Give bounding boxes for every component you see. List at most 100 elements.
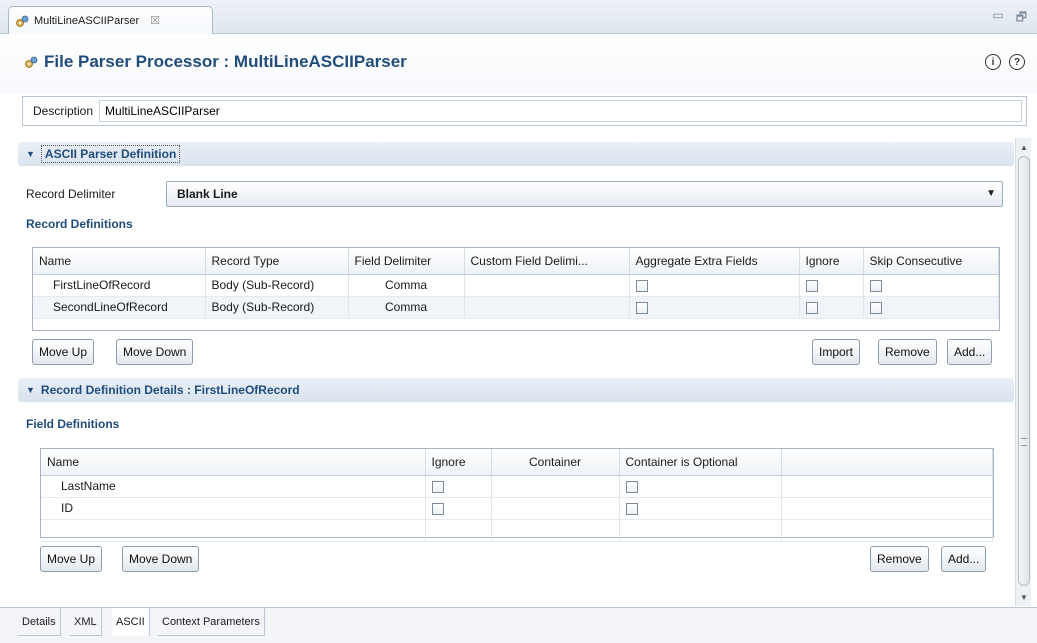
aggregate-extra-fields-checkbox[interactable] bbox=[635, 279, 648, 292]
field-move-down-button[interactable]: Move Down bbox=[122, 546, 200, 572]
form-header: File Parser Processor : MultiLineASCIIPa… bbox=[0, 34, 1037, 94]
record-move-up-button[interactable]: Move Up bbox=[32, 339, 95, 365]
tab-xml[interactable]: XML bbox=[70, 608, 102, 636]
record-remove-button[interactable]: Remove bbox=[878, 339, 937, 365]
ascii-parser-section-header[interactable]: ▼ ASCII Parser Definition bbox=[18, 142, 1014, 166]
scroll-grip-icon bbox=[1021, 438, 1027, 446]
window-controls: ▭ 🗗 bbox=[992, 8, 1027, 29]
expand-triangle-icon[interactable]: ▼ bbox=[26, 385, 35, 395]
record-type-cell[interactable]: Body (Sub-Record) bbox=[205, 274, 349, 297]
bottom-tab-bar: Details XML ASCII Context Parameters bbox=[0, 607, 1037, 643]
ignore-checkbox[interactable] bbox=[431, 502, 444, 515]
empty-cell bbox=[41, 519, 426, 542]
empty-cell bbox=[619, 519, 782, 542]
record-name-cell[interactable]: FirstLineOfRecord bbox=[33, 274, 206, 297]
ignore-checkbox[interactable] bbox=[805, 301, 818, 314]
editor-tab[interactable]: MultiLineASCIIParser ☒ bbox=[8, 6, 213, 34]
scroll-thumb[interactable] bbox=[1018, 156, 1030, 586]
close-tab-icon[interactable]: ☒ bbox=[150, 14, 160, 27]
record-move-down-button[interactable]: Move Down bbox=[116, 339, 194, 365]
info-icon[interactable]: i bbox=[985, 54, 1001, 70]
ignore-checkbox[interactable] bbox=[805, 279, 818, 292]
skip-consecutive-cell bbox=[863, 274, 999, 297]
record-definitions-label: Record Definitions bbox=[26, 217, 133, 231]
column-header-aggregate-extra-fields[interactable]: Aggregate Extra Fields bbox=[629, 248, 800, 275]
blank-cell bbox=[781, 497, 993, 520]
column-header-ignore[interactable]: Ignore bbox=[799, 248, 864, 275]
ascii-parser-section-title: ASCII Parser Definition bbox=[40, 145, 181, 163]
field-name-cell[interactable]: ID bbox=[41, 497, 426, 520]
description-label: Description bbox=[33, 104, 94, 118]
container-optional-cell bbox=[619, 497, 782, 520]
tab-details[interactable]: Details bbox=[18, 608, 61, 636]
form-scroll-area: ▼ ASCII Parser Definition Record Delimit… bbox=[18, 138, 1014, 606]
dropdown-arrow-icon[interactable]: ▼ bbox=[986, 188, 996, 199]
record-definition-details-section-header[interactable]: ▼ Record Definition Details : FirstLineO… bbox=[18, 378, 1014, 402]
scroll-down-arrow-icon[interactable]: ▼ bbox=[1016, 590, 1032, 604]
record-delimiter-value: Blank Line bbox=[177, 187, 238, 201]
empty-cell bbox=[425, 519, 492, 542]
editor-tab-strip: MultiLineASCIIParser ☒ ▭ 🗗 bbox=[0, 0, 1037, 34]
table-row[interactable]: SecondLineOfRecord Body (Sub-Record) Com… bbox=[33, 296, 999, 319]
field-definitions-label: Field Definitions bbox=[26, 417, 120, 431]
ignore-cell bbox=[425, 475, 492, 498]
table-row bbox=[41, 519, 993, 542]
field-delimiter-cell[interactable]: Comma bbox=[348, 274, 465, 297]
minimize-icon[interactable]: ▭ bbox=[992, 8, 1003, 29]
record-type-cell[interactable]: Body (Sub-Record) bbox=[205, 296, 349, 319]
field-name-cell[interactable]: LastName bbox=[41, 475, 426, 498]
container-optional-checkbox[interactable] bbox=[625, 502, 638, 515]
column-header-blank bbox=[781, 449, 993, 476]
description-input[interactable] bbox=[99, 100, 1022, 122]
aggregate-extra-fields-checkbox[interactable] bbox=[635, 301, 648, 314]
container-cell[interactable] bbox=[491, 497, 620, 520]
editor-tab-title: MultiLineASCIIParser bbox=[34, 14, 140, 27]
record-definition-details-title: Record Definition Details : FirstLineOfR… bbox=[40, 383, 300, 397]
aggregate-extra-fields-cell bbox=[629, 296, 800, 319]
skip-consecutive-checkbox[interactable] bbox=[869, 279, 882, 292]
custom-field-delimiter-cell[interactable] bbox=[464, 274, 630, 297]
import-button[interactable]: Import bbox=[812, 339, 861, 365]
description-row: Description bbox=[22, 96, 1027, 126]
column-header-record-type[interactable]: Record Type bbox=[205, 248, 349, 275]
help-icon[interactable]: ? bbox=[1009, 54, 1025, 70]
maximize-icon[interactable]: 🗗 bbox=[1016, 8, 1027, 29]
table-row[interactable]: FirstLineOfRecord Body (Sub-Record) Comm… bbox=[33, 274, 999, 297]
column-header-name[interactable]: Name bbox=[41, 449, 426, 476]
field-move-up-button[interactable]: Move Up bbox=[40, 546, 103, 572]
scroll-up-arrow-icon[interactable]: ▲ bbox=[1016, 140, 1032, 154]
empty-cell bbox=[491, 519, 620, 542]
empty-cell bbox=[781, 519, 993, 542]
column-header-container[interactable]: Container bbox=[491, 449, 620, 476]
parser-gear-icon bbox=[25, 56, 38, 68]
container-cell[interactable] bbox=[491, 475, 620, 498]
field-delimiter-cell[interactable]: Comma bbox=[348, 296, 465, 319]
field-add-button[interactable]: Add... bbox=[941, 546, 987, 572]
table-row[interactable]: ID bbox=[41, 497, 993, 520]
column-header-container-optional[interactable]: Container is Optional bbox=[619, 449, 782, 476]
tab-context-parameters[interactable]: Context Parameters bbox=[158, 608, 265, 636]
record-delimiter-select[interactable]: Blank Line ▼ bbox=[166, 181, 1003, 207]
custom-field-delimiter-cell[interactable] bbox=[464, 296, 630, 319]
skip-consecutive-checkbox[interactable] bbox=[869, 301, 882, 314]
skip-consecutive-cell bbox=[863, 296, 999, 319]
record-name-cell[interactable]: SecondLineOfRecord bbox=[33, 296, 206, 319]
column-header-skip-consecutive[interactable]: Skip Consecutive bbox=[863, 248, 999, 275]
ignore-cell bbox=[799, 274, 864, 297]
field-remove-button[interactable]: Remove bbox=[870, 546, 929, 572]
tab-ascii[interactable]: ASCII bbox=[112, 608, 150, 636]
vertical-scrollbar[interactable]: ▲ ▼ bbox=[1015, 138, 1031, 606]
ignore-cell bbox=[799, 296, 864, 319]
column-header-name[interactable]: Name bbox=[33, 248, 206, 275]
parser-gear-icon bbox=[16, 15, 29, 27]
container-optional-checkbox[interactable] bbox=[625, 480, 638, 493]
table-row[interactable]: LastName bbox=[41, 475, 993, 498]
page-title-text: File Parser Processor : MultiLineASCIIPa… bbox=[44, 52, 407, 71]
expand-triangle-icon[interactable]: ▼ bbox=[26, 149, 35, 159]
container-optional-cell bbox=[619, 475, 782, 498]
column-header-ignore[interactable]: Ignore bbox=[425, 449, 492, 476]
record-add-button[interactable]: Add... bbox=[947, 339, 993, 365]
column-header-custom-field-delimiter[interactable]: Custom Field Delimi... bbox=[464, 248, 630, 275]
column-header-field-delimiter[interactable]: Field Delimiter bbox=[348, 248, 465, 275]
ignore-checkbox[interactable] bbox=[431, 480, 444, 493]
